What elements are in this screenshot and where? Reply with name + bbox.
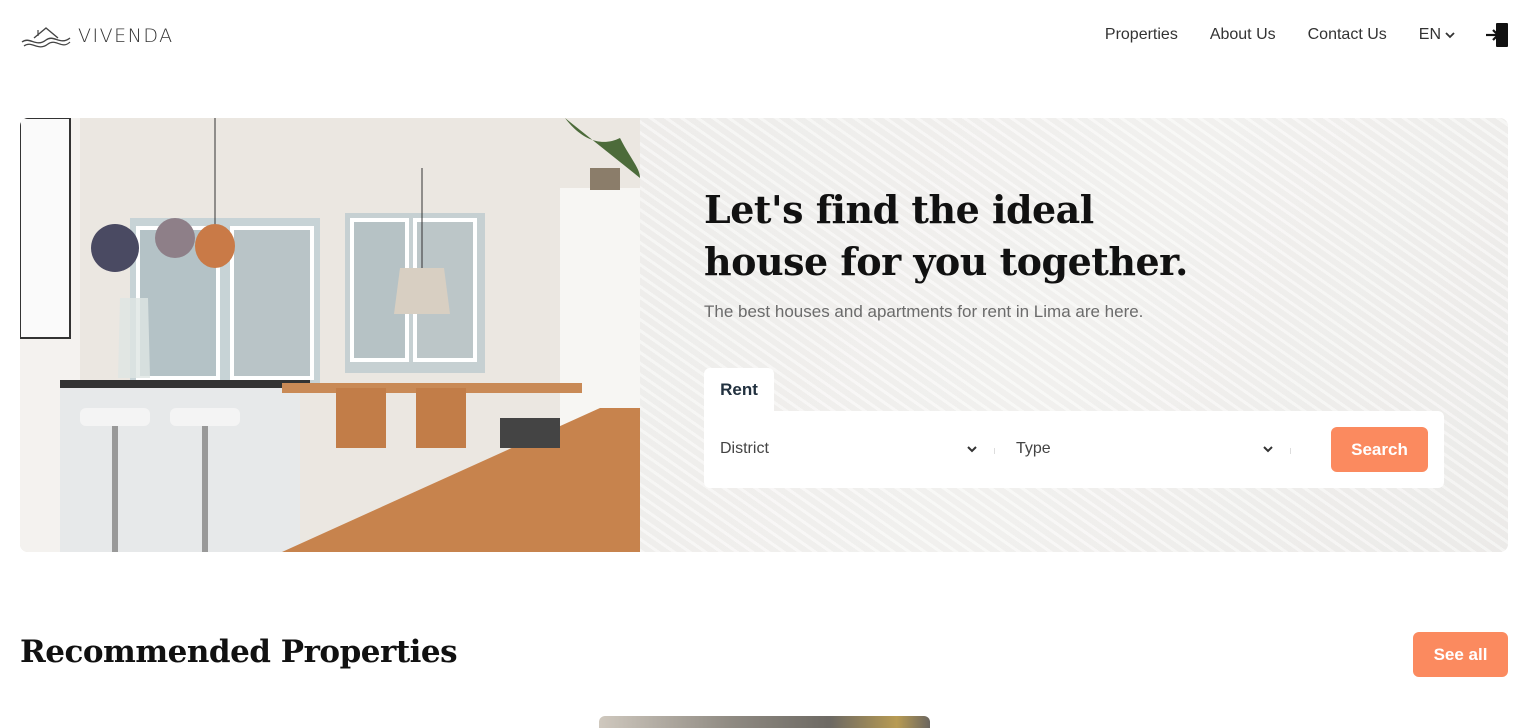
- nav-properties[interactable]: Properties: [1105, 26, 1178, 44]
- district-select-value: District: [720, 440, 769, 457]
- divider: [994, 448, 995, 454]
- chevron-down-icon: [967, 446, 977, 453]
- kitchen-dining-room-photo: [20, 118, 640, 552]
- hero-title-line2: house for you together.: [704, 239, 1188, 284]
- house-wave-logo-icon: [21, 27, 71, 48]
- chevron-down-icon: [1263, 446, 1273, 453]
- logo-text: VIVENDA: [78, 25, 174, 47]
- hero-section: Let's find the ideal house for you toget…: [20, 118, 1508, 552]
- site-header: VIVENDA Properties About Us Contact Us E…: [0, 0, 1527, 72]
- nav-about-us[interactable]: About Us: [1210, 26, 1276, 44]
- hero-subtitle: The best houses and apartments for rent …: [704, 302, 1144, 321]
- type-select[interactable]: Type: [1016, 431, 1274, 467]
- divider: [1290, 448, 1291, 454]
- nav-contact-us[interactable]: Contact Us: [1308, 26, 1387, 44]
- hero-search-panel: Let's find the ideal house for you toget…: [640, 118, 1508, 552]
- tab-rent[interactable]: Rent: [704, 368, 774, 412]
- district-select[interactable]: District: [720, 431, 978, 467]
- search-bar: District Type Search: [704, 411, 1444, 488]
- recommended-title: Recommended Properties: [20, 634, 458, 670]
- hero-title: Let's find the ideal house for you toget…: [704, 184, 1224, 288]
- main-nav: Properties About Us Contact Us EN: [1105, 22, 1509, 48]
- login-door-icon[interactable]: [1485, 22, 1509, 48]
- search-button[interactable]: Search: [1331, 427, 1428, 472]
- logo[interactable]: VIVENDA: [20, 22, 174, 50]
- chevron-down-icon: [1445, 32, 1455, 39]
- see-all-button[interactable]: See all: [1413, 632, 1508, 677]
- property-card-image[interactable]: [599, 716, 930, 728]
- language-label: EN: [1418, 26, 1441, 43]
- hero-title-line1: Let's find the ideal: [704, 187, 1094, 232]
- type-select-value: Type: [1016, 440, 1051, 457]
- language-selector[interactable]: EN: [1419, 26, 1455, 44]
